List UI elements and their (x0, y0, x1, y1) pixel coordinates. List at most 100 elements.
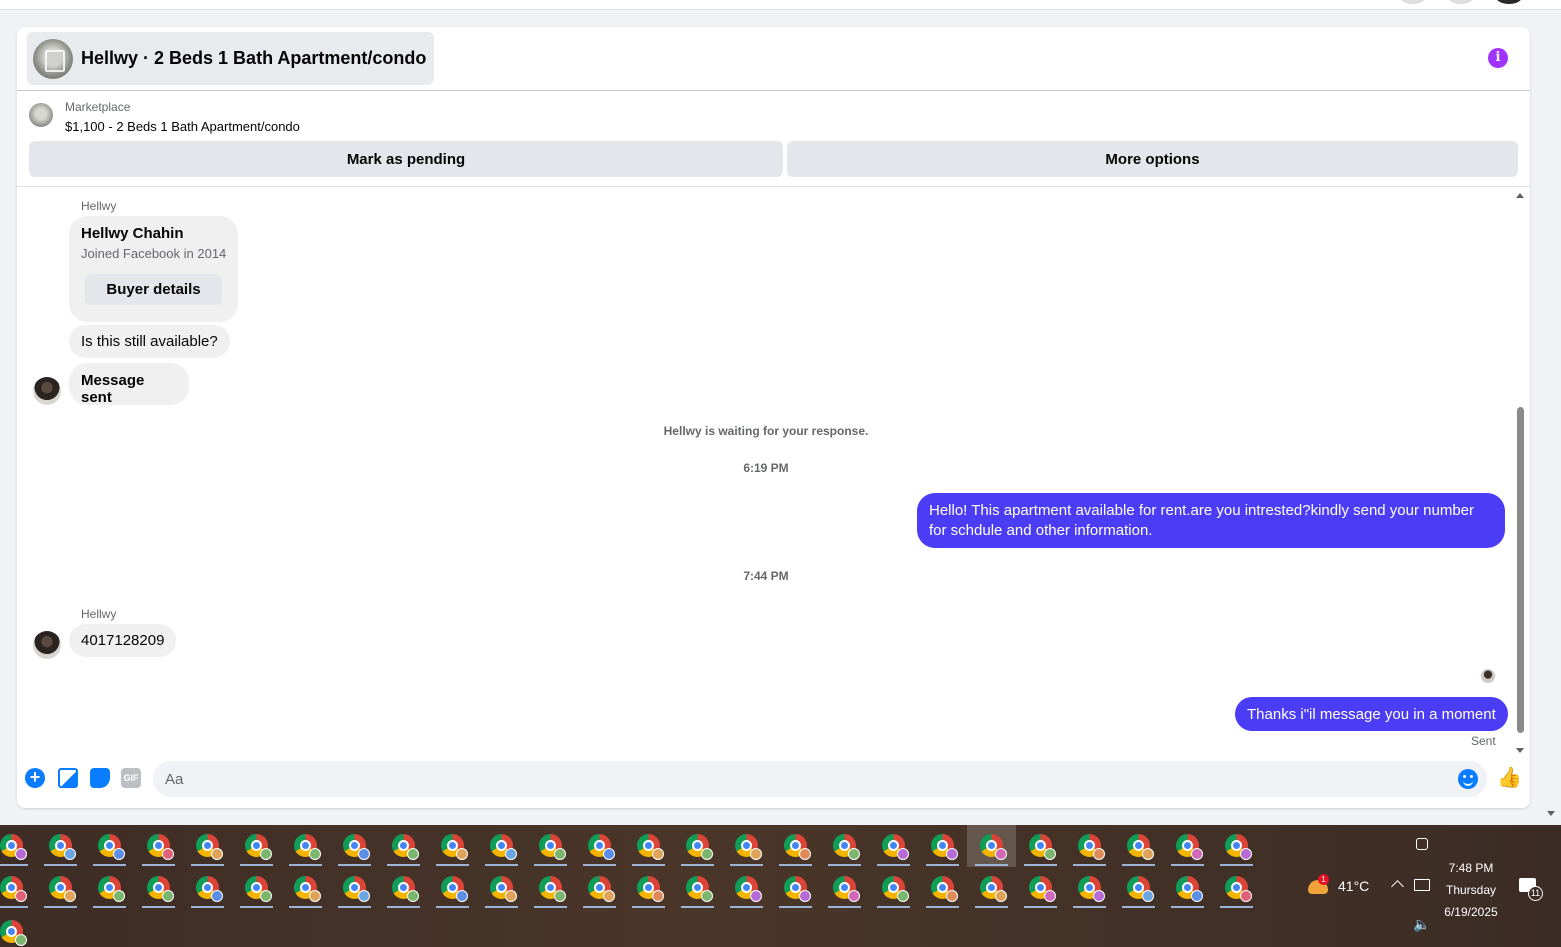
taskbar-chrome-window[interactable] (85, 825, 134, 867)
taskbar-chrome-window[interactable] (232, 867, 281, 909)
listing-small-thumbnail[interactable] (29, 103, 53, 127)
more-options-button[interactable]: More options (787, 141, 1518, 177)
taskbar-chrome-window[interactable] (1065, 867, 1114, 909)
taskbar-chrome-window[interactable] (36, 825, 85, 867)
window-indicator (975, 864, 1008, 866)
taskbar-chrome-window[interactable] (820, 825, 869, 867)
chevron-up-icon[interactable] (1391, 880, 1404, 893)
mark-as-pending-button[interactable]: Mark as pending (29, 141, 783, 177)
taskbar-chrome-window[interactable] (1212, 825, 1261, 867)
system-clock[interactable]: 7:48 PM Thursday 6/19/2025 (1436, 857, 1506, 923)
taskbar-chrome-window[interactable] (673, 825, 722, 867)
taskbar-chrome-window[interactable] (477, 867, 526, 909)
taskbar-chrome-window[interactable] (0, 920, 27, 947)
sticker-icon[interactable] (90, 768, 110, 788)
listing-title-chip[interactable]: Hellwy · 2 Beds 1 Bath Apartment/condo (27, 32, 435, 85)
network-icon[interactable] (1414, 879, 1430, 891)
taskbar-chrome-window[interactable] (918, 867, 967, 909)
thumbs-up-icon[interactable]: 👍 (1497, 767, 1522, 789)
buyer-avatar[interactable] (33, 631, 61, 659)
listing-price-title[interactable]: $1,100 - 2 Beds 1 Bath Apartment/condo (65, 119, 300, 134)
weather-temperature[interactable]: 41°C (1338, 878, 1369, 894)
taskbar-chrome-window[interactable] (1016, 867, 1065, 909)
emoji-icon[interactable] (1458, 769, 1478, 789)
taskbar-chrome-window[interactable] (1065, 825, 1114, 867)
meet-now-icon[interactable] (1416, 838, 1428, 850)
scroll-up-arrow-icon[interactable] (1516, 193, 1524, 198)
taskbar-chrome-window[interactable] (1114, 825, 1163, 867)
taskbar-chrome-window[interactable] (330, 867, 379, 909)
plus-icon[interactable]: + (25, 768, 45, 788)
window-indicator (877, 906, 910, 908)
taskbar-row (0, 867, 1261, 909)
taskbar-chrome-window[interactable] (722, 825, 771, 867)
outgoing-message[interactable]: Hello! This apartment available for rent… (917, 493, 1505, 548)
scroll-down-arrow-icon[interactable] (1516, 748, 1524, 753)
weather-widget[interactable]: 1 (1306, 874, 1330, 898)
chrome-icon (343, 876, 370, 902)
taskbar-chrome-window[interactable] (722, 867, 771, 909)
taskbar-chrome-window[interactable] (379, 867, 428, 909)
taskbar-chrome-window[interactable] (1163, 867, 1212, 909)
taskbar-chrome-window[interactable] (477, 825, 526, 867)
taskbar-chrome-window[interactable] (428, 825, 477, 867)
taskbar-chrome-window[interactable] (183, 825, 232, 867)
taskbar-chrome-window[interactable] (918, 825, 967, 867)
taskbar-chrome-window[interactable] (183, 867, 232, 909)
taskbar-chrome-window[interactable] (428, 867, 477, 909)
window-indicator (387, 864, 420, 866)
taskbar-chrome-window[interactable] (281, 825, 330, 867)
photo-icon[interactable] (58, 768, 78, 788)
taskbar-chrome-window[interactable] (869, 867, 918, 909)
taskbar-chrome-window[interactable] (771, 825, 820, 867)
info-icon[interactable]: i (1488, 48, 1508, 68)
taskbar-chrome-window[interactable] (1163, 825, 1212, 867)
taskbar-chrome-window[interactable] (673, 867, 722, 909)
buyer-details-button[interactable]: Buyer details (85, 274, 222, 305)
window-indicator (240, 906, 273, 908)
incoming-message[interactable]: 4017128209 (69, 624, 177, 657)
message-scrollbar[interactable] (1515, 193, 1525, 753)
toolbar-button[interactable] (1448, 0, 1474, 4)
taskbar-chrome-window[interactable] (869, 825, 918, 867)
window-indicator (436, 864, 469, 866)
taskbar-chrome-window[interactable] (526, 825, 575, 867)
window-indicator (1073, 906, 1106, 908)
taskbar-chrome-window[interactable] (624, 867, 673, 909)
taskbar-chrome-window[interactable] (330, 825, 379, 867)
taskbar-chrome-window[interactable] (0, 867, 36, 909)
profile-avatar[interactable] (1496, 0, 1522, 4)
volume-icon[interactable]: 🔈 (1413, 916, 1430, 933)
page-scroll-down-icon[interactable] (1547, 811, 1555, 816)
window-indicator (779, 906, 812, 908)
profile-name[interactable]: Hellwy Chahin (81, 225, 184, 242)
taskbar-chrome-window[interactable] (967, 867, 1016, 909)
taskbar-chrome-window[interactable] (771, 867, 820, 909)
taskbar-chrome-window[interactable] (36, 867, 85, 909)
outgoing-message[interactable]: Thanks i"il message you in a moment (1235, 697, 1508, 731)
taskbar-chrome-window[interactable] (575, 825, 624, 867)
taskbar-chrome-window[interactable] (1114, 867, 1163, 909)
message-list: Hellwy Hellwy Chahin Joined Facebook in … (17, 195, 1530, 755)
taskbar-chrome-window[interactable] (624, 825, 673, 867)
scroll-thumb[interactable] (1517, 407, 1524, 733)
taskbar-chrome-window[interactable] (526, 867, 575, 909)
taskbar-chrome-window[interactable] (820, 867, 869, 909)
taskbar-chrome-window[interactable] (134, 867, 183, 909)
taskbar-chrome-window[interactable] (0, 825, 36, 867)
chrome-icon (1127, 876, 1154, 902)
incoming-message[interactable]: Is this still available? (69, 325, 230, 358)
message-input[interactable] (153, 761, 1487, 797)
taskbar-chrome-window[interactable] (134, 825, 183, 867)
taskbar-chrome-window[interactable] (967, 825, 1016, 867)
taskbar-chrome-window[interactable] (85, 867, 134, 909)
taskbar-chrome-window[interactable] (1212, 867, 1261, 909)
toolbar-button[interactable] (1400, 0, 1426, 4)
gif-icon[interactable]: GIF (121, 768, 141, 788)
taskbar-chrome-window[interactable] (575, 867, 624, 909)
taskbar-chrome-window[interactable] (232, 825, 281, 867)
taskbar-chrome-window[interactable] (281, 867, 330, 909)
taskbar-chrome-window[interactable] (1016, 825, 1065, 867)
taskbar-chrome-window[interactable] (379, 825, 428, 867)
buyer-avatar[interactable] (33, 377, 61, 405)
